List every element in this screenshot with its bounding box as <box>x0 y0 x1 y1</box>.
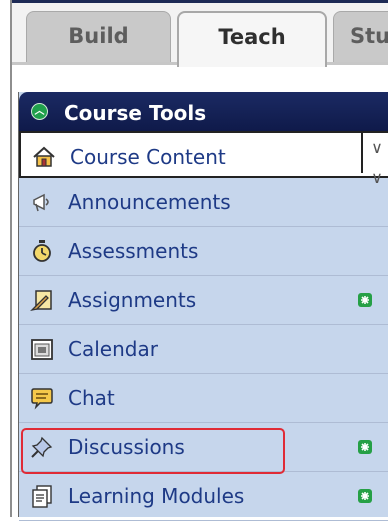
chevron-down-icon[interactable]: ∨ ∨ <box>361 133 388 187</box>
tool-label-course-content: Course Content <box>70 145 226 169</box>
speech-bubble-icon <box>31 388 53 410</box>
pushpin-icon <box>31 436 53 458</box>
tab-bar: Build Teach Stu <box>12 0 388 67</box>
tool-label-calendar: Calendar <box>68 337 158 361</box>
tool-label-assessments: Assessments <box>68 239 199 263</box>
pencil-paper-icon <box>30 290 52 312</box>
collapse-icon[interactable]: ︿ <box>31 103 48 120</box>
course-tools-title: Course Tools <box>64 101 207 125</box>
tool-assessments[interactable]: Assessments <box>19 227 388 276</box>
tool-assignments[interactable]: Assignments <box>19 276 388 325</box>
tool-label-chat: Chat <box>68 386 115 410</box>
calendar-icon <box>31 339 53 360</box>
new-item-icon <box>358 440 372 454</box>
tool-course-content[interactable]: Course Content ∨ ∨ <box>19 131 388 187</box>
tool-label-assignments: Assignments <box>68 288 197 312</box>
new-item-icon <box>358 489 372 503</box>
megaphone-icon <box>33 193 49 212</box>
course-tools-header: ︿ Course Tools <box>19 92 388 131</box>
new-item-icon <box>358 293 372 307</box>
course-tools-panel: ︿ Course Tools Course Content ∨ ∨ Announc… <box>18 92 388 521</box>
tool-label-announcements: Announcements <box>68 190 231 214</box>
tool-chat[interactable]: Chat <box>19 374 388 423</box>
tool-announcements[interactable]: Announcements <box>19 178 388 227</box>
tool-label-learning-modules: Learning Modules <box>68 484 245 508</box>
tool-learning-modules[interactable]: Learning Modules <box>19 472 388 521</box>
tool-discussions[interactable]: Discussions <box>19 423 388 472</box>
tab-build[interactable]: Build <box>26 11 171 65</box>
stopwatch-icon <box>33 240 51 262</box>
tab-teach[interactable]: Teach <box>177 11 327 67</box>
tool-calendar[interactable]: Calendar <box>19 325 388 374</box>
home-icon <box>33 146 55 167</box>
tool-label-discussions: Discussions <box>68 435 185 459</box>
tab-student[interactable]: Stu <box>333 11 388 65</box>
document-stack-icon <box>32 485 52 508</box>
